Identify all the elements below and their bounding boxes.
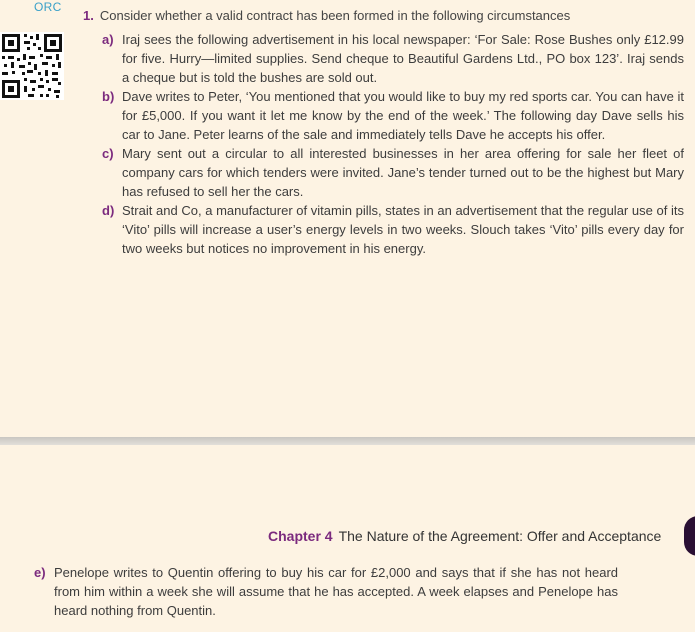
question-item-b: b) Dave writes to Peter, ‘You mentioned …	[102, 87, 684, 144]
question-number: 1.	[83, 8, 94, 23]
chapter-header: Chapter 4 The Nature of the Agreement: Of…	[268, 528, 661, 544]
item-label: a)	[102, 32, 114, 47]
item-label: c)	[102, 146, 114, 161]
orc-label[interactable]: ORC	[34, 0, 62, 14]
question-item-d: d) Strait and Co, a manufacturer of vita…	[102, 201, 684, 258]
page-divider	[0, 437, 695, 445]
item-label: b)	[102, 89, 115, 104]
item-text: Strait and Co, a manufacturer of vitamin…	[122, 203, 684, 256]
item-text: Mary sent out a circular to all interest…	[122, 146, 684, 199]
chapter-title: The Nature of the Agreement: Offer and A…	[338, 528, 662, 544]
question-item-a: a) Iraj sees the following advertisement…	[102, 30, 684, 87]
item-text: Penelope writes to Quentin offering to b…	[54, 565, 618, 618]
item-text: Iraj sees the following advertisement in…	[122, 32, 684, 85]
question-item-e: e) Penelope writes to Quentin offering t…	[34, 563, 618, 620]
question-heading-text: Consider whether a valid contract has be…	[99, 8, 571, 23]
question-item-c: c) Mary sent out a circular to all inter…	[102, 144, 684, 201]
item-label: e)	[34, 565, 46, 580]
question-heading: 1. Consider whether a valid contract has …	[83, 8, 570, 23]
item-text: Dave writes to Peter, ‘You mentioned tha…	[122, 89, 684, 142]
question-items: a) Iraj sees the following advertisement…	[102, 30, 684, 258]
qr-code-icon[interactable]	[0, 32, 64, 100]
chapter-number: Chapter 4	[268, 528, 333, 544]
item-label: d)	[102, 203, 115, 218]
chapter-tab	[684, 516, 695, 556]
